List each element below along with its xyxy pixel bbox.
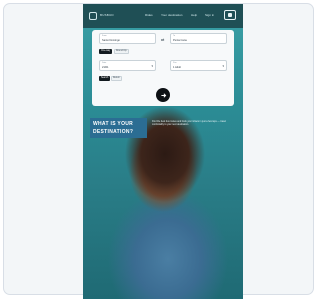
- swap-icon[interactable]: ⇄: [161, 37, 164, 42]
- to-label: To: [173, 35, 176, 37]
- passengers-value: 1 Adult: [173, 66, 181, 69]
- search-button[interactable]: Search: [99, 76, 111, 81]
- menu-button[interactable]: [224, 10, 236, 20]
- chevron-down-icon: ▾: [222, 64, 224, 68]
- nav-item-destination[interactable]: Your destination: [161, 13, 182, 17]
- passengers-label: Pax: [173, 62, 177, 64]
- menu-icon: [228, 13, 232, 17]
- trip-type-other[interactable]: Round trip: [114, 49, 129, 54]
- logo-icon: [89, 12, 97, 20]
- from-field[interactable]: From Santo Domingo: [99, 33, 156, 44]
- logo-text: BUSBUD: [100, 13, 114, 17]
- arrow-right-icon: [160, 92, 166, 98]
- to-value: Punta Cana: [173, 39, 187, 42]
- return-button[interactable]: Return: [111, 76, 122, 81]
- nav-item-help[interactable]: Help: [191, 13, 197, 17]
- destination-banner: WHAT IS YOUR DESTINATION?: [90, 118, 147, 138]
- mobile-screenshot: BUSBUD Rides Your destination Help Sign …: [83, 4, 243, 299]
- date-field[interactable]: Date 21/01 ▾: [99, 60, 156, 71]
- hero-description: Find the best bus routes and book your t…: [152, 121, 226, 127]
- nav-item-signin[interactable]: Sign in: [205, 13, 214, 17]
- from-value: Santo Domingo: [102, 39, 120, 42]
- banner-line-2: DESTINATION?: [93, 129, 134, 135]
- date-value: 21/01: [102, 66, 109, 69]
- nav-item-rides[interactable]: Rides: [145, 13, 153, 17]
- go-button[interactable]: [156, 88, 170, 102]
- to-field[interactable]: To Punta Cana: [170, 33, 227, 44]
- banner-line-1: WHAT IS YOUR: [93, 121, 134, 127]
- search-form: From Santo Domingo ⇄ To Punta Cana One-w…: [92, 30, 234, 106]
- date-label: Date: [102, 62, 107, 64]
- trip-type-selected[interactable]: One-way: [99, 49, 113, 54]
- chevron-down-icon: ▾: [151, 64, 153, 68]
- passengers-field[interactable]: Pax 1 Adult ▾: [170, 60, 227, 71]
- top-navbar: BUSBUD Rides Your destination Help Sign …: [83, 4, 243, 28]
- from-label: From: [102, 35, 107, 37]
